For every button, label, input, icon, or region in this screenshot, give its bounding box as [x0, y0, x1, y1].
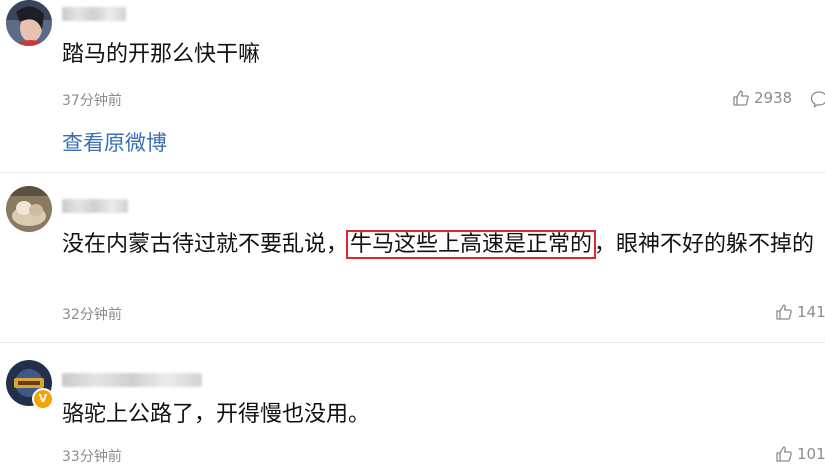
comment-text-after: ，眼神不好的躲不掉的 — [594, 232, 815, 257]
divider — [0, 342, 825, 343]
comment-text: 踏马的开那么快干嘛 — [62, 42, 261, 67]
divider — [0, 172, 825, 173]
comment-text-before: 没在内蒙古待过就不要乱说， — [62, 232, 349, 257]
username-blurred[interactable] — [62, 196, 128, 214]
comment-time: 37分钟前 — [62, 93, 122, 109]
comment-time: 33分钟前 — [62, 449, 122, 465]
username-blurred[interactable] — [62, 370, 202, 388]
comment-item: 踏马的开那么快干嘛 37分钟前 2938 查看原微博 — [0, 0, 825, 170]
comment-item: 没在内蒙古待过就不要乱说，牛马这些上高速是正常的，眼神不好的躲不掉的 32分钟前… — [0, 186, 825, 336]
like-count: 101 — [797, 445, 825, 463]
thumb-up-icon — [733, 90, 749, 106]
comment-text: 没在内蒙古待过就不要乱说，牛马这些上高速是正常的，眼神不好的躲不掉的 — [62, 228, 815, 262]
like-count: 2938 — [754, 89, 793, 107]
like-button[interactable]: 101 — [775, 445, 825, 463]
like-button[interactable]: 141 — [775, 303, 825, 321]
comment-icon[interactable] — [810, 90, 825, 108]
username-blurred[interactable] — [62, 4, 126, 22]
like-button[interactable]: 2938 — [732, 89, 792, 107]
comment-text: 骆驼上公路了，开得慢也没用。 — [62, 402, 371, 427]
avatar[interactable] — [6, 0, 52, 46]
verified-badge: V — [32, 388, 54, 410]
like-count: 141 — [797, 303, 825, 321]
avatar[interactable] — [6, 186, 52, 232]
thumb-up-icon — [776, 446, 792, 462]
comment-item: V 骆驼上公路了，开得慢也没用。 33分钟前 101 — [0, 360, 825, 468]
highlighted-text: 牛马这些上高速是正常的 — [346, 230, 597, 259]
comment-time: 32分钟前 — [62, 307, 122, 323]
thumb-up-icon — [776, 304, 792, 320]
view-original-link[interactable]: 查看原微博 — [62, 127, 167, 157]
